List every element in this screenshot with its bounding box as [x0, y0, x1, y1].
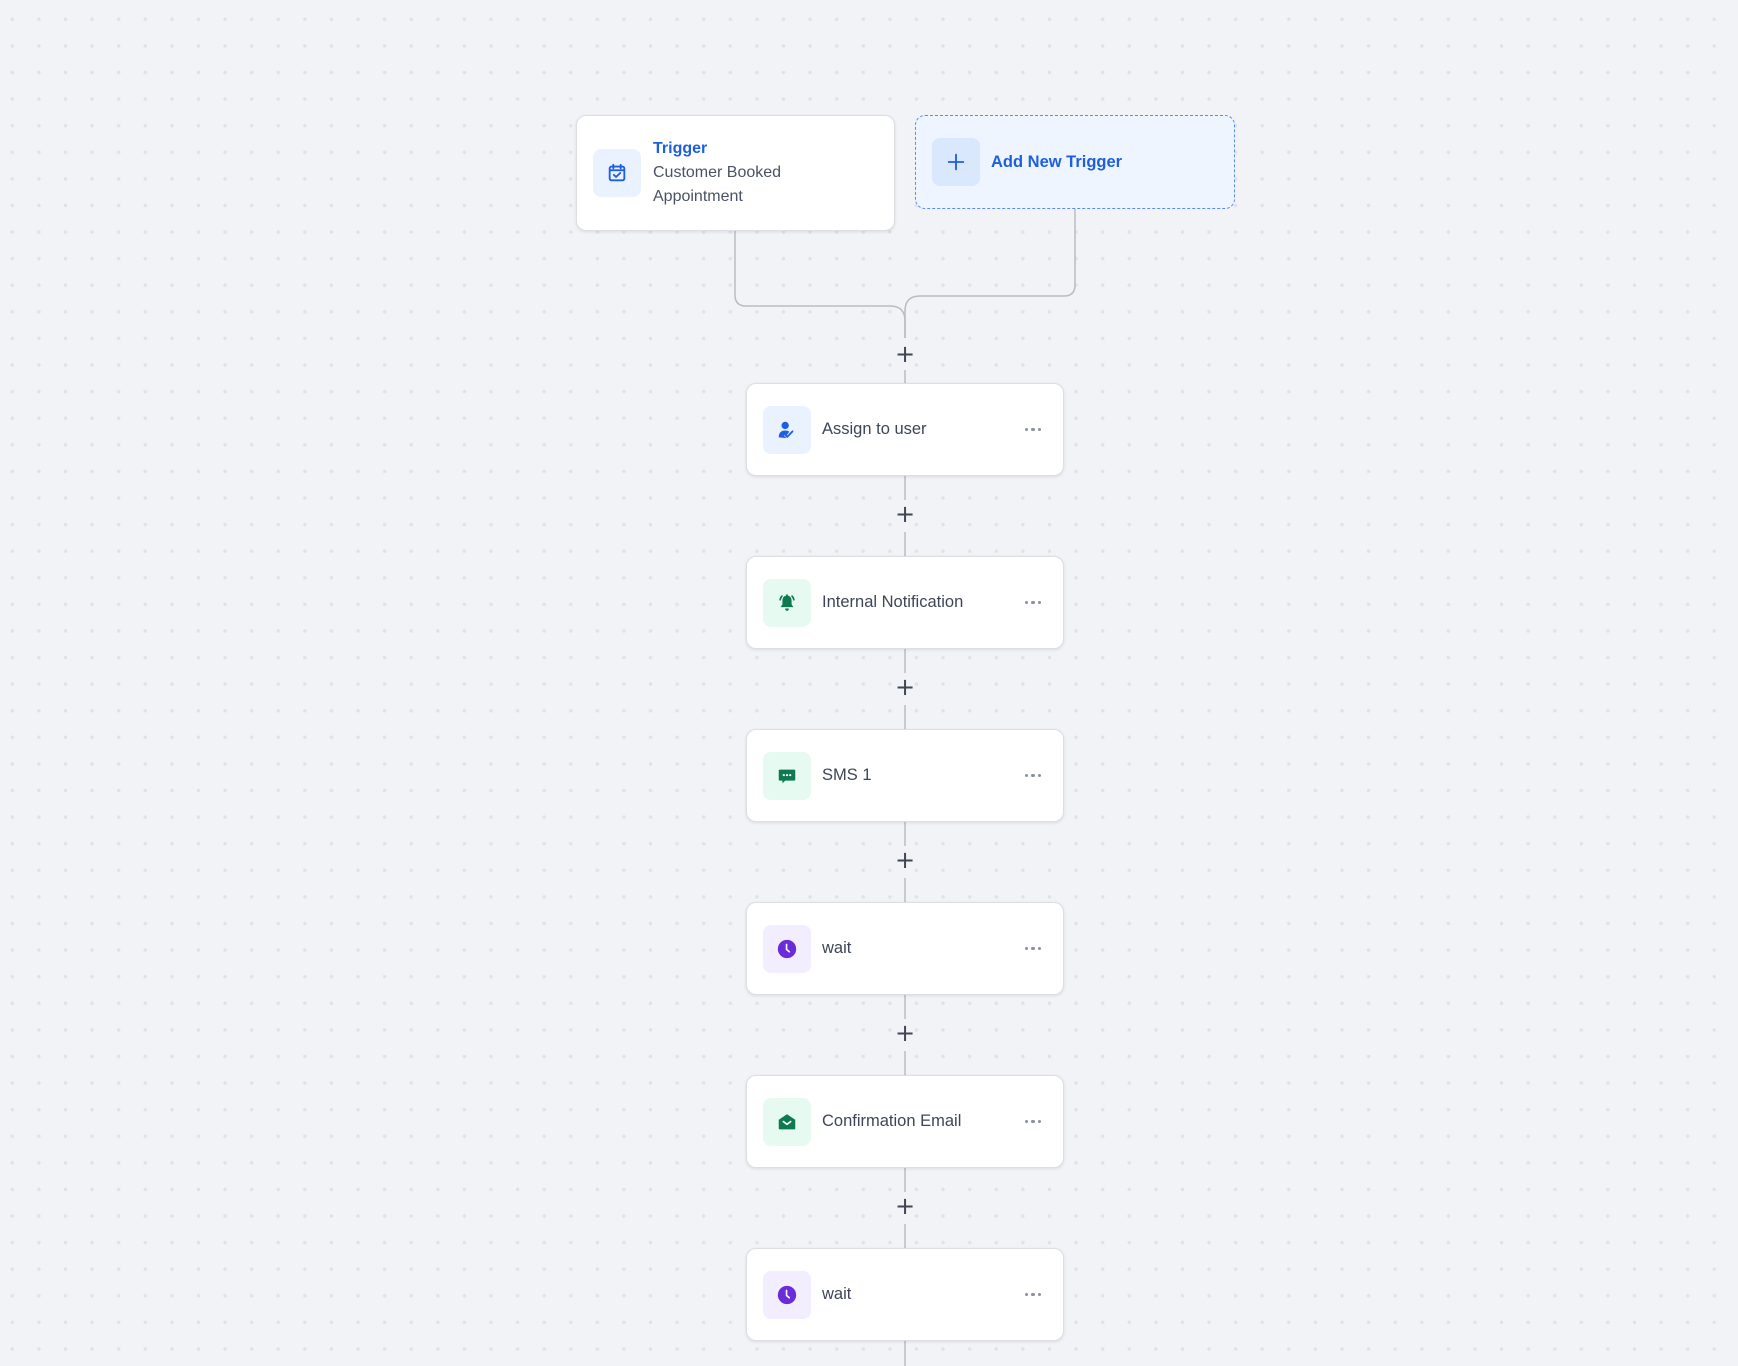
clock-icon [777, 1285, 797, 1304]
trigger-subtitle: Customer Booked Appointment [653, 164, 782, 205]
action-icon-box [763, 751, 811, 800]
action-card-wait[interactable]: wait [746, 902, 1064, 995]
action-card-internal-notification[interactable]: Internal Notification [746, 556, 1064, 649]
add-trigger-label: Add New Trigger [991, 152, 1123, 171]
add-step-button[interactable]: + [891, 1019, 919, 1047]
more-icon [1024, 773, 1029, 778]
envelope-open-icon [778, 1113, 796, 1129]
bell-ringing-icon [779, 593, 795, 611]
action-label: wait [822, 1285, 852, 1303]
plus-icon [947, 153, 965, 171]
calendar-check-icon [608, 163, 626, 182]
add-trigger-icon-box [932, 138, 980, 186]
trigger-title: Trigger [653, 140, 708, 157]
add-step-button[interactable]: + [891, 340, 919, 368]
add-step-button[interactable]: + [891, 673, 919, 701]
more-icon [1024, 946, 1029, 951]
chat-message-icon [778, 769, 796, 783]
connector-trigger [734, 231, 906, 338]
workflow-canvas[interactable]: Trigger Customer Booked Appointment Add … [0, 0, 1738, 1366]
more-icon [1024, 427, 1029, 432]
more-options-button[interactable] [1017, 1283, 1049, 1307]
action-label: Assign to user [822, 420, 927, 438]
trigger-icon-box [593, 149, 641, 197]
action-label: Confirmation Email [822, 1112, 962, 1130]
add-step-button[interactable]: + [891, 846, 919, 874]
action-label: wait [822, 939, 852, 957]
add-step-button[interactable]: + [891, 500, 919, 528]
user-check-icon [778, 421, 794, 438]
action-card-wait-2[interactable]: wait [746, 1248, 1064, 1341]
action-label: Internal Notification [822, 593, 964, 611]
action-icon-box [763, 924, 811, 973]
more-icon [1024, 1292, 1029, 1297]
more-options-button[interactable] [1017, 764, 1049, 788]
action-icon-box [763, 405, 811, 454]
more-options-button[interactable] [1017, 937, 1049, 961]
add-step-button[interactable]: + [891, 1192, 919, 1220]
clock-icon [777, 939, 797, 958]
trigger-text: Trigger Customer Booked Appointment [653, 137, 813, 209]
more-icon [1024, 600, 1029, 605]
action-card-assign-to-user[interactable]: Assign to user [746, 383, 1064, 476]
action-card-confirmation-email[interactable]: Confirmation Email [746, 1075, 1064, 1168]
add-new-trigger-button[interactable]: Add New Trigger [915, 115, 1235, 209]
trigger-card[interactable]: Trigger Customer Booked Appointment [576, 115, 895, 231]
connector-add-trigger [904, 209, 1076, 338]
more-options-button[interactable] [1017, 591, 1049, 615]
action-icon-box [763, 578, 811, 627]
action-icon-box [763, 1097, 811, 1146]
action-icon-box [763, 1270, 811, 1319]
more-options-button[interactable] [1017, 1110, 1049, 1134]
more-icon [1024, 1119, 1029, 1124]
action-card-sms-1[interactable]: SMS 1 [746, 729, 1064, 822]
action-label: SMS 1 [822, 766, 872, 784]
more-options-button[interactable] [1017, 418, 1049, 442]
